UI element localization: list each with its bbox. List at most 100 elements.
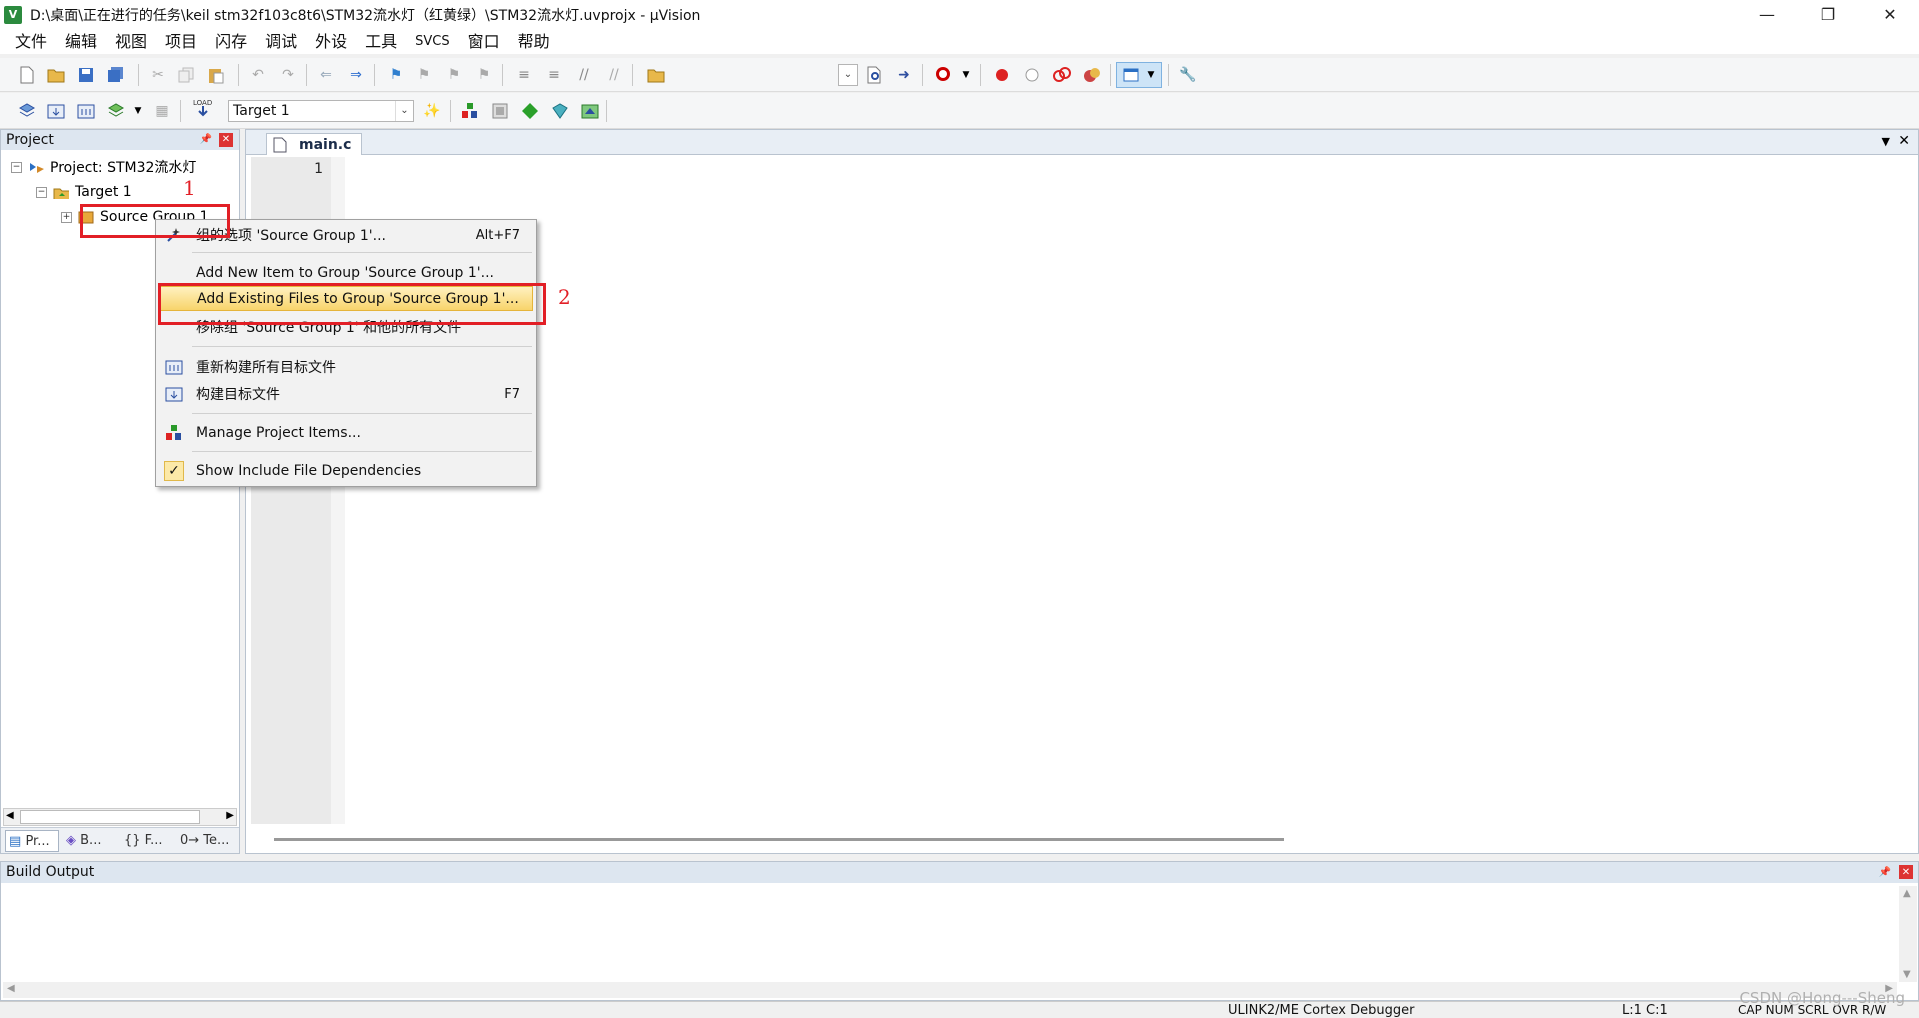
undo-icon[interactable]: ↶ [248, 65, 268, 85]
translate-icon[interactable] [17, 101, 37, 121]
target-select[interactable]: Target 1 ⌄ [228, 100, 414, 122]
clear-bookmarks-icon[interactable]: ⚑ [474, 65, 494, 85]
new-file-icon[interactable] [17, 65, 37, 85]
panel-close-icon[interactable]: ✕ [1899, 865, 1913, 879]
close-button[interactable]: ✕ [1862, 0, 1918, 29]
open-folder-icon[interactable] [46, 65, 66, 85]
rebuild-icon[interactable] [76, 101, 96, 121]
collapse-icon[interactable]: − [11, 161, 22, 173]
find-icon[interactable] [864, 65, 884, 85]
code-area[interactable] [346, 157, 1916, 824]
uncomment-icon[interactable]: // [604, 65, 624, 85]
next-bookmark-icon[interactable]: ⚑ [444, 65, 464, 85]
configure-icon[interactable]: 🔧 [1178, 65, 1198, 85]
menu-debug[interactable]: 调试 [256, 29, 306, 54]
target-options-icon[interactable]: ✨ [422, 101, 442, 121]
menu-item-build-target[interactable]: 构建目标文件 F7 [156, 381, 536, 407]
unindent-icon[interactable]: ≡ [544, 65, 564, 85]
cut-icon[interactable]: ✂ [148, 65, 168, 85]
menu-file[interactable]: 文件 [6, 29, 56, 54]
menu-peripherals[interactable]: 外设 [306, 29, 356, 54]
scroll-left-icon[interactable]: ◀ [6, 810, 14, 821]
build-output-header: Build Output 📌 ✕ [1, 862, 1918, 883]
disable-all-breakpoints-icon[interactable] [1052, 65, 1072, 85]
pack-installer-icon[interactable] [550, 101, 570, 121]
manage-rte-icon[interactable] [520, 101, 540, 121]
scroll-left-icon[interactable]: ◀ [7, 983, 15, 994]
menu-view[interactable]: 视图 [106, 29, 156, 54]
batch-dropdown-icon[interactable]: ▼ [128, 101, 148, 121]
uvision-window: V D:\桌面\正在进行的任务\keil stm32f103c8t6\STM32… [0, 0, 1919, 1018]
minimize-button[interactable]: — [1739, 0, 1795, 29]
check-icon: ✓ [164, 461, 184, 481]
menu-window[interactable]: 窗口 [459, 29, 509, 54]
tab-project-label: Pr... [25, 834, 50, 849]
enable-breakpoint-icon[interactable] [1022, 65, 1042, 85]
insert-breakpoint-icon[interactable] [992, 65, 1012, 85]
nav-back-icon[interactable]: ⇐ [316, 65, 336, 85]
copy-icon[interactable] [176, 65, 196, 85]
menu-help[interactable]: 帮助 [509, 29, 559, 54]
stop-build-icon[interactable]: ▦ [152, 101, 172, 121]
expand-icon[interactable]: + [61, 211, 72, 223]
select-packs-icon[interactable] [490, 101, 510, 121]
menu-svcs[interactable]: SVCS [406, 29, 458, 54]
download-icon[interactable]: LOAD [192, 99, 212, 119]
menu-tools[interactable]: 工具 [356, 29, 406, 54]
collapse-icon[interactable]: − [36, 186, 47, 198]
nav-forward-icon[interactable]: ⇒ [346, 65, 366, 85]
load-text: LOAD [193, 99, 212, 107]
incremental-find-icon[interactable]: ➜ [894, 65, 914, 85]
tab-books-label: B... [80, 833, 102, 848]
panel-close-icon[interactable]: ✕ [219, 133, 233, 147]
bookmark-icon[interactable]: ⚑ [386, 65, 406, 85]
window-title: D:\桌面\正在进行的任务\keil stm32f103c8t6\STM32流水… [30, 7, 701, 24]
save-icon[interactable] [76, 65, 96, 85]
scroll-down-icon[interactable]: ▼ [1903, 969, 1911, 980]
tab-templates[interactable]: 0→ Te... [177, 830, 235, 852]
tab-main-c[interactable]: main.c [266, 133, 363, 155]
scroll-up-icon[interactable]: ▲ [1903, 888, 1911, 899]
scroll-thumb[interactable] [20, 810, 200, 824]
menu-flash[interactable]: 闪存 [206, 29, 256, 54]
manage-project-items-icon[interactable] [460, 101, 480, 121]
redo-icon[interactable]: ↷ [278, 65, 298, 85]
find-in-files-icon[interactable] [646, 65, 666, 85]
indent-icon[interactable]: ≡ [514, 65, 534, 85]
window-layout-button[interactable]: ▼ [1116, 62, 1162, 88]
project-horizontal-scrollbar[interactable]: ◀ ▶ [3, 808, 237, 826]
pin-icon[interactable]: 📌 [1878, 865, 1892, 879]
save-all-icon[interactable] [106, 65, 126, 85]
tab-project[interactable]: ▤ Pr... [5, 830, 59, 852]
tree-target-node[interactable]: − Target 1 [36, 181, 132, 203]
pin-icon[interactable]: 📌 [199, 133, 213, 147]
menu-item-show-include-deps[interactable]: ✓ Show Include File Dependencies [156, 458, 536, 484]
batch-build-icon[interactable] [106, 101, 126, 121]
tree-project-node[interactable]: − Project: STM32流水灯 [11, 156, 196, 178]
debug-session-icon[interactable] [934, 65, 954, 85]
menu-item-manage-project-items[interactable]: Manage Project Items... [156, 420, 536, 446]
editor-horizontal-scrollbar[interactable] [274, 838, 1284, 841]
menu-item-rebuild-all[interactable]: 重新构建所有目标文件 [156, 354, 536, 380]
prev-bookmark-icon[interactable]: ⚑ [414, 65, 434, 85]
build-vertical-scrollbar[interactable]: ▲ ▼ [1899, 886, 1917, 982]
build-horizontal-scrollbar[interactable]: ◀ ▶ [3, 982, 1897, 998]
tab-list-dropdown-icon[interactable]: ▼ [1882, 135, 1890, 148]
component-icon[interactable] [580, 101, 600, 121]
scroll-right-icon[interactable]: ▶ [226, 810, 234, 821]
find-combo[interactable]: ⌄ [838, 64, 858, 86]
manage-items-icon [164, 423, 184, 443]
paste-icon[interactable] [206, 65, 226, 85]
project-panel-title: Project [6, 132, 54, 148]
tab-functions[interactable]: {} F... [121, 830, 175, 852]
kill-all-breakpoints-icon[interactable] [1082, 65, 1102, 85]
comment-icon[interactable]: // [574, 65, 594, 85]
editor-close-icon[interactable]: ✕ [1898, 133, 1910, 149]
build-output-text[interactable] [3, 886, 1897, 982]
build-icon[interactable] [46, 101, 66, 121]
menu-edit[interactable]: 编辑 [56, 29, 106, 54]
menu-project[interactable]: 项目 [156, 29, 206, 54]
debug-dropdown-icon[interactable]: ▼ [956, 65, 976, 85]
restore-button[interactable]: ❐ [1800, 0, 1856, 29]
tab-books[interactable]: ◈ B... [63, 830, 117, 852]
